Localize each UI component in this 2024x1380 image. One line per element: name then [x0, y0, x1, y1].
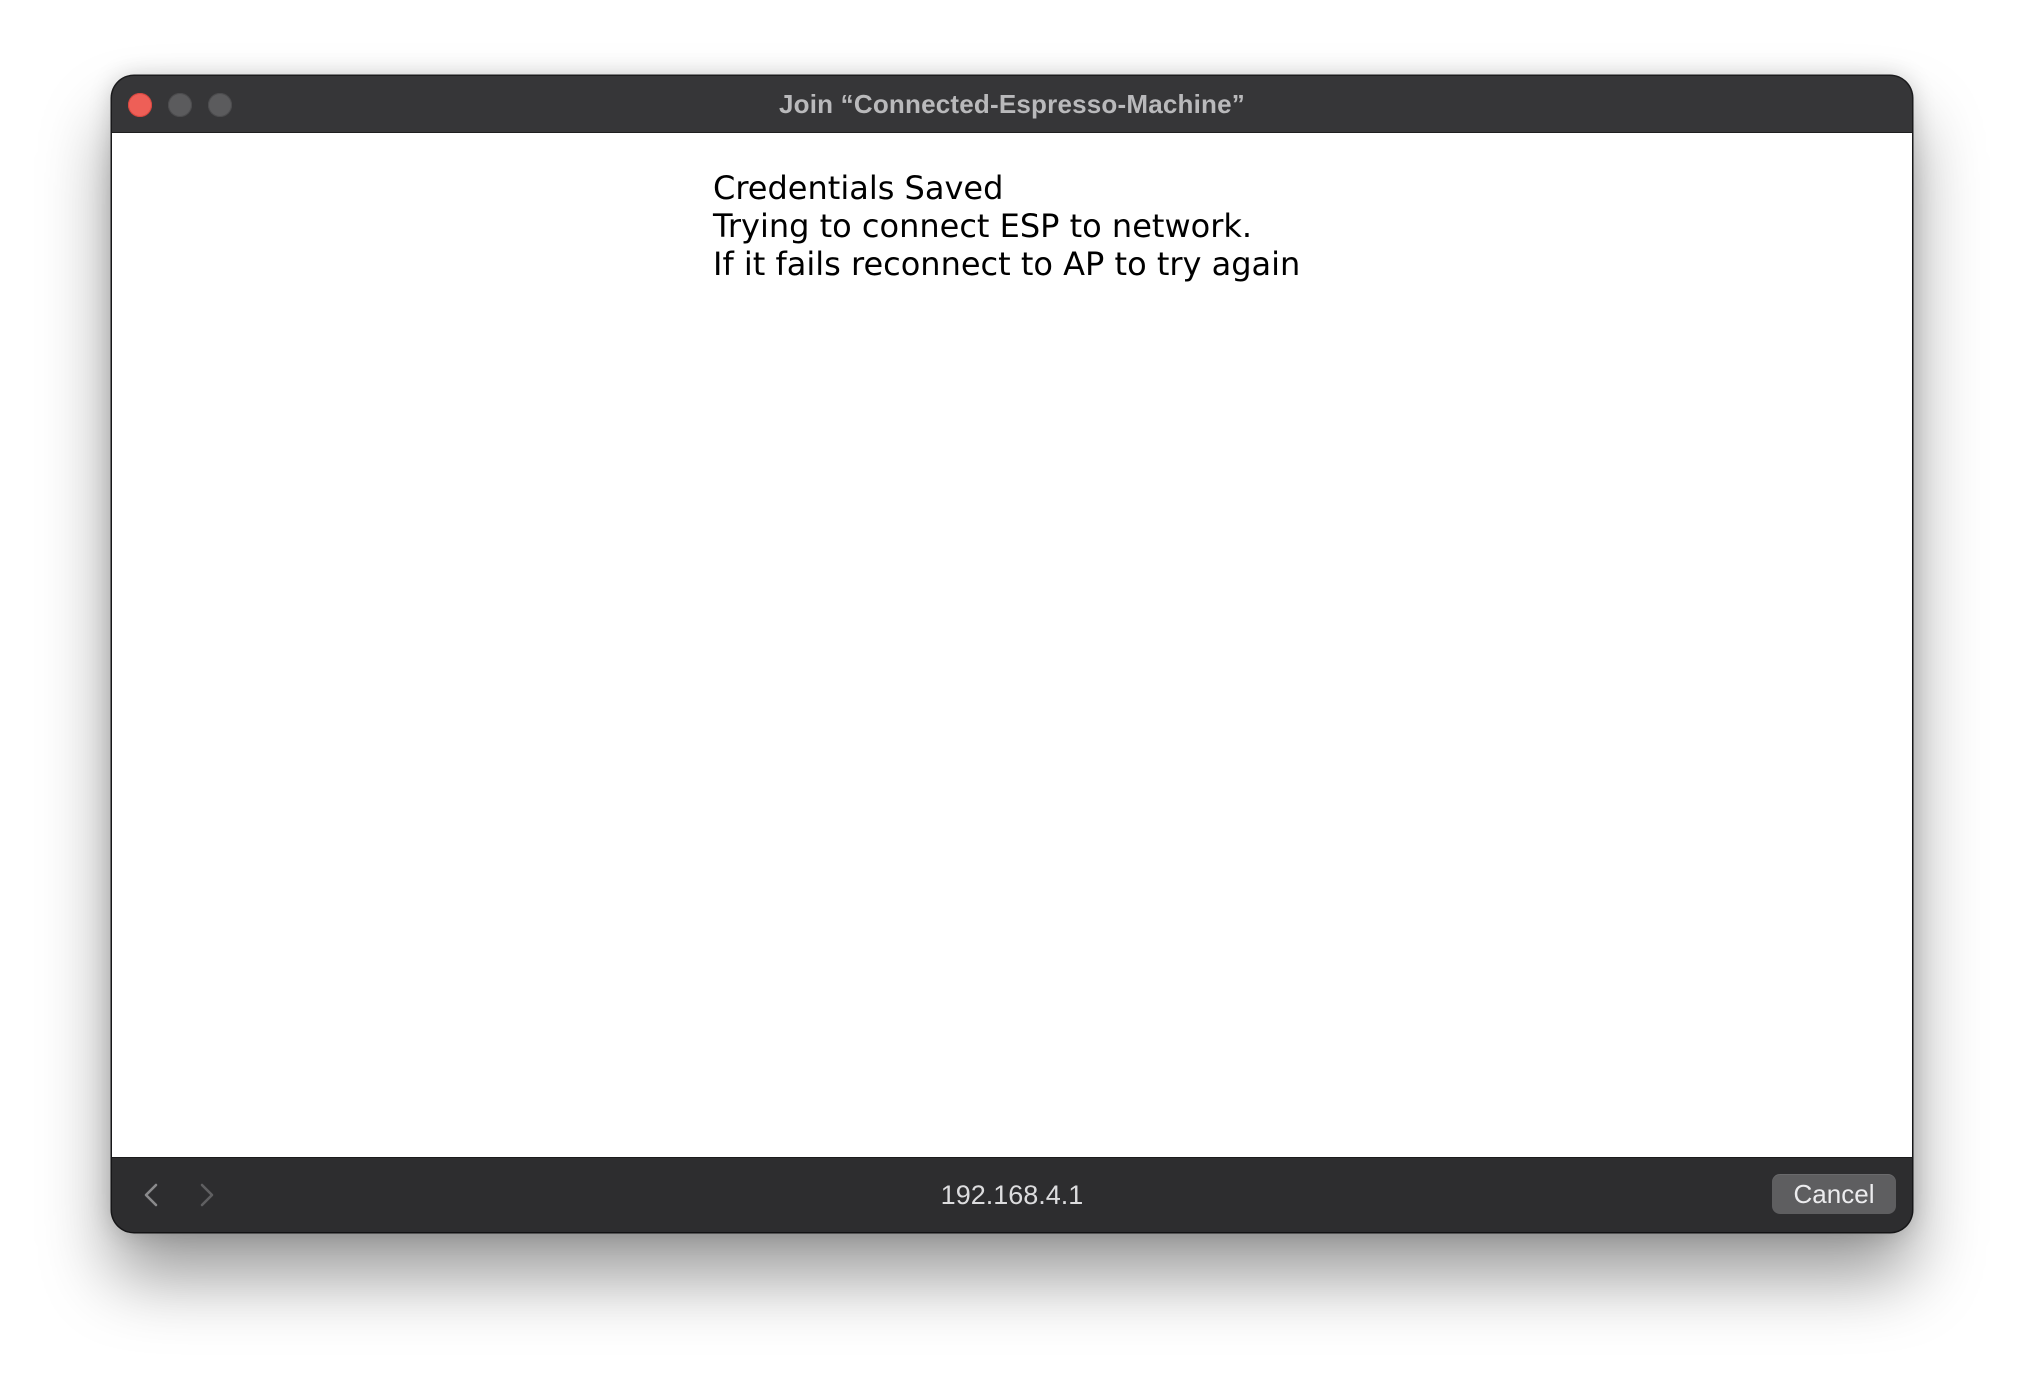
back-button[interactable]: [138, 1180, 166, 1210]
window-title: Join “Connected-Espresso-Machine”: [778, 89, 1246, 119]
cancel-button[interactable]: Cancel: [1772, 1174, 1896, 1214]
captive-portal-window: Join “Connected-Espresso-Machine” Creden…: [112, 76, 1912, 1232]
message-line-reconnect-hint: If it fails reconnect to AP to try again: [713, 245, 1301, 283]
url-address: 192.168.4.1: [940, 1180, 1084, 1210]
message-line-credentials-saved: Credentials Saved: [713, 169, 1004, 207]
web-content: Credentials Saved Trying to connect ESP …: [112, 133, 1912, 1157]
chevron-right-icon: [200, 1183, 214, 1207]
status-message: Credentials Saved Trying to connect ESP …: [713, 169, 1300, 283]
bottom-toolbar: 192.168.4.1 Cancel: [112, 1157, 1912, 1232]
chevron-left-icon: [144, 1183, 158, 1207]
message-line-trying-to-connect: Trying to connect ESP to network.: [713, 207, 1253, 245]
forward-button[interactable]: [192, 1180, 220, 1210]
title-bar: Join “Connected-Espresso-Machine”: [112, 76, 1912, 133]
